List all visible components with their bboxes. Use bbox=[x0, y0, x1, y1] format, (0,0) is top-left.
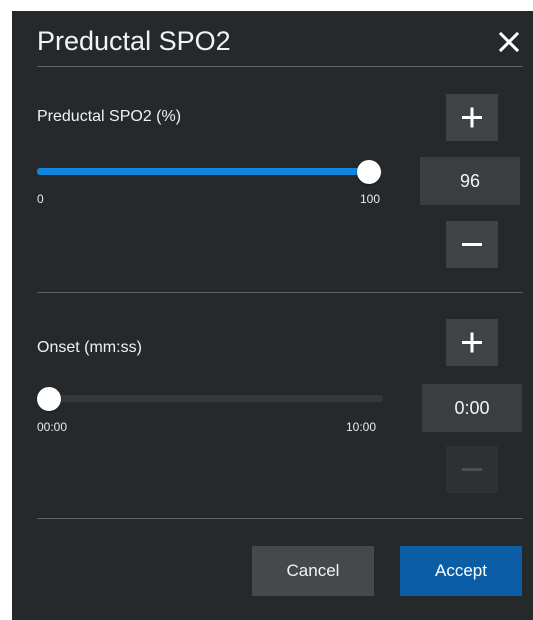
spo2-max-label: 100 bbox=[360, 192, 381, 206]
spo2-label: Preductal SPO2 (%) bbox=[37, 108, 182, 125]
section-divider bbox=[37, 292, 523, 293]
spo2-slider-thumb[interactable] bbox=[357, 160, 382, 184]
onset-label: Onset (mm:ss) bbox=[37, 339, 142, 356]
onset-min-label: 00:00 bbox=[37, 420, 68, 434]
dialog-title: Preductal SPO2 bbox=[37, 26, 231, 56]
title-divider bbox=[37, 66, 523, 67]
onset-decrement-button[interactable] bbox=[446, 446, 498, 493]
cancel-button[interactable]: Cancel bbox=[252, 546, 374, 596]
onset-slider[interactable] bbox=[37, 386, 383, 412]
minus-icon bbox=[462, 243, 482, 246]
spo2-decrement-button[interactable] bbox=[446, 221, 498, 268]
onset-slider-track bbox=[37, 395, 383, 402]
actions-divider bbox=[37, 518, 523, 519]
accept-button[interactable]: Accept bbox=[400, 546, 522, 596]
close-button[interactable] bbox=[495, 28, 523, 56]
plus-icon bbox=[462, 332, 482, 353]
onset-increment-button[interactable] bbox=[446, 319, 498, 366]
plus-icon bbox=[462, 107, 482, 128]
minus-icon bbox=[462, 468, 482, 471]
onset-max-label: 10:00 bbox=[346, 420, 377, 434]
close-icon bbox=[498, 31, 520, 53]
onset-slider-thumb[interactable] bbox=[37, 387, 61, 411]
spo2-increment-button[interactable] bbox=[446, 94, 498, 141]
spo2-min-label: 0 bbox=[37, 192, 44, 206]
spo2-slider-fill bbox=[37, 168, 370, 175]
onset-value-field[interactable]: 0:00 bbox=[422, 384, 522, 432]
spo2-value-field[interactable]: 96 bbox=[420, 157, 520, 205]
preductal-spo2-dialog: Preductal SPO2 Preductal SPO2 (%) 0 100 … bbox=[12, 11, 533, 620]
spo2-slider[interactable] bbox=[37, 159, 383, 185]
